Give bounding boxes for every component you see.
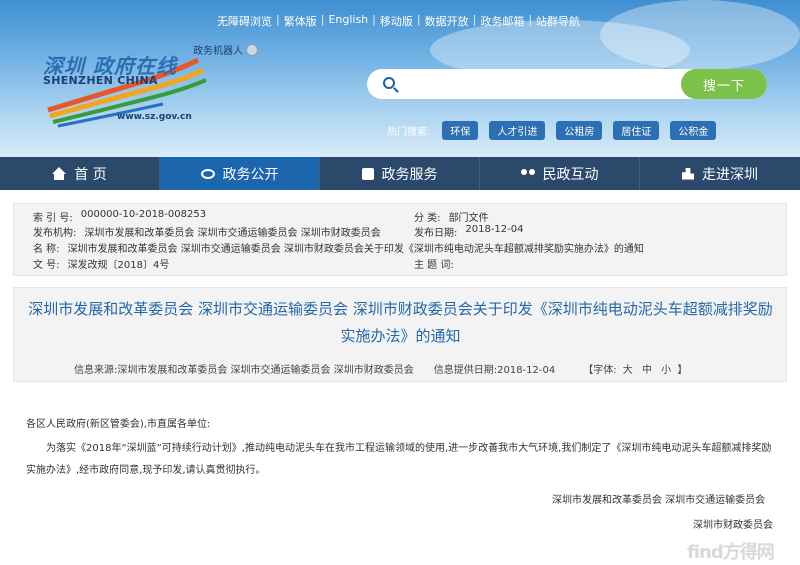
hot-search: 热门搜索: 环保 人才引进 公租房 居住证 公积金 xyxy=(387,121,727,140)
hot-tag-environment[interactable]: 环保 xyxy=(442,121,479,140)
top-link-mobile[interactable]: 移动版 xyxy=(380,13,413,29)
service-icon xyxy=(361,167,374,180)
document-meta: 索 引 号: 000000-10-2018-008253 分 类: 部门文件 发… xyxy=(13,203,787,276)
main-nav: 首 页 政务公开 政务服务 民政互动 走进深圳 xyxy=(0,157,800,190)
font-size-label: 【字体: xyxy=(583,365,617,376)
top-link-english[interactable]: English xyxy=(328,13,368,29)
meta-name: 名 称: 深圳市发展和改革委员会 深圳市交通运输委员会 深圳市财政委员会关于印发… xyxy=(33,240,773,255)
meta-subject-key: 主 题 词: xyxy=(414,260,454,271)
hot-tag-public-housing[interactable]: 公租房 xyxy=(556,121,603,140)
nav-gov-affairs[interactable]: 政务公开 xyxy=(160,157,320,190)
nav-services-label: 政务服务 xyxy=(381,166,438,183)
robot-icon xyxy=(246,43,258,56)
search-bar: 搜一下 xyxy=(367,69,767,99)
hot-search-label: 热门搜索: xyxy=(387,127,431,138)
nav-home-label: 首 页 xyxy=(74,166,107,183)
meta-issuer: 发布机构: 深圳市发展和改革委员会 深圳市交通运输委员会 深圳市财政委员会 xyxy=(33,224,381,239)
meta-index-value: 000000-10-2018-008253 xyxy=(80,209,207,220)
nav-home[interactable]: 首 页 xyxy=(0,157,160,190)
city-icon xyxy=(682,167,694,180)
watermark: find方得网 xyxy=(687,542,775,563)
people-icon xyxy=(520,168,535,179)
search-icon xyxy=(383,77,395,89)
robot-label: 政务机器人 xyxy=(193,46,243,57)
meta-docno-value: 深发改规〔2018〕4号 xyxy=(67,260,170,271)
meta-subject: 主 题 词: xyxy=(414,256,462,271)
nav-about-shenzhen-label: 走进深圳 xyxy=(702,166,758,183)
article-provide-date: 信息提供日期:2018-12-04 xyxy=(433,365,556,376)
top-link-sites[interactable]: 站群导航 xyxy=(536,13,580,29)
article-header: 深圳市发展和改革委员会 深圳市交通运输委员会 深圳市财政委员会关于印发《深圳市纯… xyxy=(13,287,787,382)
top-links: 无障碍浏览 | 繁体版 | English | 移动版 | 数据开放 | 政务邮箱 | 站群… xyxy=(217,13,581,29)
nav-interaction[interactable]: 民政互动 xyxy=(480,157,640,190)
font-size-large[interactable]: 大 xyxy=(623,365,633,376)
hot-tag-housing-fund[interactable]: 公积金 xyxy=(670,121,717,140)
meta-issuer-key: 发布机构: xyxy=(33,228,77,239)
font-size-medium[interactable]: 中 xyxy=(642,365,652,376)
article-salutation: 各区人民政府(新区管委会),市直属各单位: xyxy=(26,419,211,430)
top-link-mail[interactable]: 政务邮箱 xyxy=(480,13,524,29)
font-size-small[interactable]: 小 xyxy=(661,365,671,376)
meta-index: 索 引 号: 000000-10-2018-008253 xyxy=(33,209,206,224)
article-paragraph: 为落实《2018年“深圳蓝”可持续行动计划》,推动纯电动泥头车在我市工程运输领域… xyxy=(26,443,772,476)
article-signature-2: 深圳市财政委员会 xyxy=(693,520,773,531)
meta-docno: 文 号: 深发改规〔2018〕4号 xyxy=(33,256,169,271)
robot-link[interactable]: 政务机器人 xyxy=(193,42,258,57)
meta-name-value: 深圳市发展和改革委员会 深圳市交通运输委员会 深圳市财政委员会关于印发《深圳市纯… xyxy=(67,244,644,255)
search-input[interactable] xyxy=(407,74,677,94)
cloud-decoration xyxy=(600,0,800,70)
nav-interaction-label: 民政互动 xyxy=(542,166,599,183)
hot-tag-talent[interactable]: 人才引进 xyxy=(489,121,546,140)
meta-category-value: 部门文件 xyxy=(448,213,489,224)
font-size-control: 【字体: 大 中 小 】 xyxy=(583,361,687,376)
meta-issuer-value: 深圳市发展和改革委员会 深圳市交通运输委员会 深圳市财政委员会 xyxy=(84,228,381,239)
hot-tag-residence-permit[interactable]: 居住证 xyxy=(613,121,660,140)
top-link-accessible[interactable]: 无障碍浏览 xyxy=(217,13,272,29)
logo-url: www.sz.gov.cn xyxy=(117,112,192,122)
site-header: 无障碍浏览 | 繁体版 | English | 移动版 | 数据开放 | 政务邮箱 | 站群… xyxy=(0,0,800,157)
nav-about-shenzhen[interactable]: 走进深圳 xyxy=(640,157,800,190)
article-source-row: 信息来源:深圳市发展和改革委员会 深圳市交通运输委员会 深圳市财政委员会 信息提… xyxy=(74,361,687,376)
meta-date: 发布日期: 2018-12-04 xyxy=(414,224,524,239)
article-title: 深圳市发展和改革委员会 深圳市交通运输委员会 深圳市财政委员会关于印发《深圳市纯… xyxy=(28,300,773,345)
meta-category-key: 分 类: xyxy=(414,213,441,224)
meta-name-key: 名 称: xyxy=(33,244,60,255)
meta-docno-key: 文 号: xyxy=(33,260,60,271)
nav-gov-affairs-label: 政务公开 xyxy=(222,166,279,183)
gov-icon xyxy=(200,168,215,179)
top-link-traditional[interactable]: 繁体版 xyxy=(284,13,317,29)
nav-services[interactable]: 政务服务 xyxy=(320,157,480,190)
article-source: 信息来源:深圳市发展和改革委员会 深圳市交通运输委员会 深圳市财政委员会 xyxy=(74,365,414,376)
meta-category: 分 类: 部门文件 xyxy=(414,209,489,224)
logo-subtitle: SHENZHEN CHINA xyxy=(43,74,158,87)
meta-date-value: 2018-12-04 xyxy=(465,224,524,235)
article-signature-1: 深圳市发展和改革委员会 深圳市交通运输委员会 xyxy=(552,495,766,506)
search-button[interactable]: 搜一下 xyxy=(681,69,767,99)
meta-index-key: 索 引 号: xyxy=(33,213,73,224)
home-icon xyxy=(52,167,67,180)
font-size-close: 】 xyxy=(677,365,688,376)
meta-date-key: 发布日期: xyxy=(414,228,458,239)
top-link-open-data[interactable]: 数据开放 xyxy=(425,13,469,29)
